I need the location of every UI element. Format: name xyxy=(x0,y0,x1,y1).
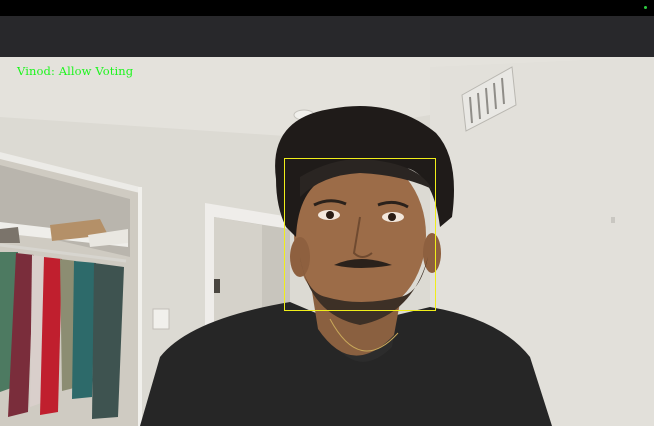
menu-bar xyxy=(0,0,654,16)
window-title-bar[interactable] xyxy=(0,16,654,57)
webcam-feed: Vinod: Allow Voting xyxy=(0,57,654,426)
camera-window: Vinod: Allow Voting xyxy=(0,0,654,426)
webcam-frame-image xyxy=(0,57,654,426)
closet xyxy=(0,152,142,426)
camera-active-indicator-icon xyxy=(644,6,647,9)
recognition-status-label: Vinod: Allow Voting xyxy=(17,64,134,78)
